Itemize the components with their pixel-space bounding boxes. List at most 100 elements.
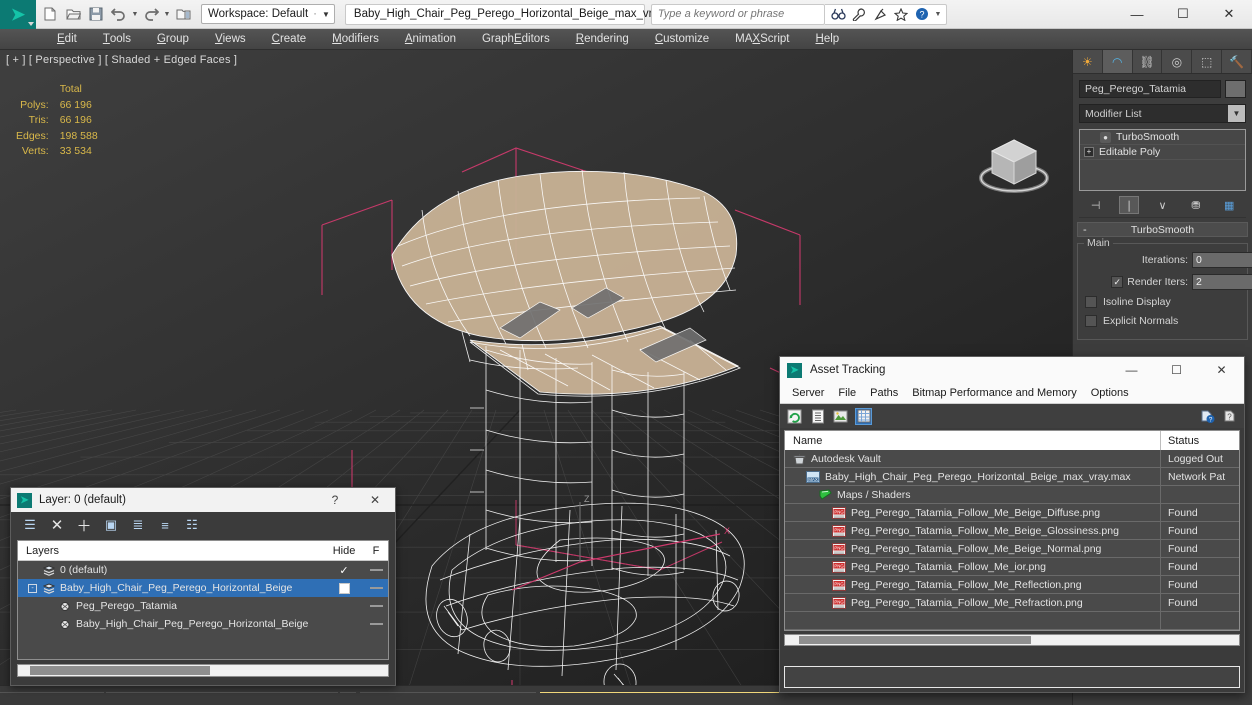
new-file-icon[interactable] [39,3,61,25]
menu-item-graph-editors[interactable]: Graph Editors [469,29,563,50]
explicit-normals-checkbox[interactable] [1085,315,1097,327]
workspace-dropdown-caret-icon[interactable]: ▼ [322,10,330,19]
maximize-button[interactable]: ☐ [1160,0,1206,29]
layer-name-cell[interactable]: 0 (default) [18,564,324,576]
add-layer-button[interactable]: ＋ [75,516,93,535]
layer-list[interactable]: Layers Hide F 0 (default) ✓ - Baby_High_Cha… [17,540,389,660]
layer-name-cell[interactable]: - Baby_High_Chair_Peg_Perego_Horizontal_B… [18,582,324,594]
asset-name-cell[interactable]: Autodesk Vault [785,449,1161,468]
layer-name-cell[interactable]: Baby_High_Chair_Peg_Perego_Horizontal_Be… [18,618,324,630]
menu-item-edit[interactable]: Edit [44,29,90,50]
3dsmax-logo-button[interactable]: ➤ [0,0,36,29]
layer-freeze-cell[interactable] [364,587,388,589]
show-end-result-button[interactable]: ❘ [1119,196,1140,214]
lightbulb-icon[interactable]: ● [1100,131,1111,143]
asset-row[interactable]: PNG Peg_Perego_Tatamia_Follow_Me_Reflecti… [785,575,1239,594]
project-folder-icon[interactable] [172,3,194,25]
layer-dialog-close-button[interactable]: ✕ [355,488,395,512]
asset-list[interactable]: Name Status Autodesk Vault Logged Out MAX B… [784,430,1240,631]
asset-name-cell[interactable] [785,611,1161,630]
rollout-header[interactable]: - TurboSmooth [1077,222,1248,237]
asset-row[interactable]: Autodesk Vault Logged Out [785,449,1239,468]
minimize-button[interactable]: — [1114,0,1160,29]
undo-dropdown-caret-icon[interactable]: ▼ [131,3,139,25]
menu-item-rendering[interactable]: Rendering [563,29,642,50]
set-current-layer-button[interactable]: ☷ [183,516,201,534]
layer-freeze-cell[interactable] [364,569,388,571]
remove-modifier-button[interactable]: ⛃ [1186,196,1206,214]
asset-tracking-maximize-button[interactable]: ☐ [1154,357,1199,383]
add-selection-to-layer-button[interactable]: ≡ [156,516,174,534]
highlight-selected-objects-button[interactable]: ≣ [129,516,147,534]
help-icon[interactable]: ? [913,5,932,24]
layer-column-freeze[interactable]: F [364,545,388,557]
modify-tab[interactable]: ◠ [1102,50,1133,73]
search-input[interactable] [651,4,824,24]
asset-row[interactable]: PNG Peg_Perego_Tatamia_Follow_Me_Beige_Gl… [785,521,1239,540]
redo-icon[interactable] [140,3,162,25]
hierarchy-tab[interactable]: ⛓ [1133,50,1163,73]
layer-hide-cell[interactable]: ✓ [324,564,364,577]
asset-name-cell[interactable]: PNG Peg_Perego_Tatamia_Follow_Me_Refracti… [785,593,1161,612]
asset-name-cell[interactable]: PNG Peg_Perego_Tatamia_Follow_Me_Beige_No… [785,539,1161,558]
help-dropdown-caret-icon[interactable]: ▼ [934,3,942,25]
asset-row[interactable]: Maps / Shaders [785,485,1239,504]
asset-menu-server[interactable]: Server [785,383,831,404]
open-file-icon[interactable] [62,3,84,25]
layer-column-layers[interactable]: Layers [18,545,324,557]
layer-expander-icon[interactable]: - [28,583,37,593]
menu-item-help[interactable]: Help [803,29,853,50]
menu-item-views[interactable]: Views [202,29,259,50]
asset-tracking-window[interactable]: ➤ Asset Tracking — ☐ ✕ Server File Paths Bi… [779,356,1245,693]
pin-stack-button[interactable]: ⊣ [1086,196,1106,214]
list-view-icon[interactable] [809,408,826,425]
asset-tracking-minimize-button[interactable]: — [1109,357,1154,383]
asset-name-cell[interactable]: PNG Peg_Perego_Tatamia_Follow_Me_Reflecti… [785,575,1161,594]
asset-scroll-thumb[interactable] [799,636,1031,644]
layer-freeze-cell[interactable] [364,605,388,607]
iterations-spinner[interactable]: ▲▼ [1192,252,1252,268]
render-iters-checkbox[interactable]: ✓ [1111,276,1124,288]
rollout-collapse-icon[interactable]: - [1083,224,1087,236]
menu-item-customize[interactable]: Customize [642,29,722,50]
menu-item-tools[interactable]: Tools [90,29,144,50]
viewport-label[interactable]: [ + ] [ Perspective ] [ Shaded + Edged F… [6,54,237,66]
modifier-stack[interactable]: ● TurboSmooth + Editable Poly [1079,129,1246,191]
layer-list-hscrollbar[interactable] [17,664,389,677]
object-name-input[interactable] [1079,80,1221,98]
view-cube[interactable] [972,128,1056,202]
save-file-icon[interactable] [85,3,107,25]
asset-row[interactable]: PNG Peg_Perego_Tatamia_Follow_Me_Beige_No… [785,539,1239,558]
asset-row[interactable] [785,611,1239,630]
asset-name-cell[interactable]: PNG Peg_Perego_Tatamia_Follow_Me_ior.png [785,557,1161,576]
menu-item-create[interactable]: Create [259,29,320,50]
asset-name-cell[interactable]: PNG Peg_Perego_Tatamia_Follow_Me_Beige_Gl… [785,521,1161,540]
layer-freeze-cell[interactable] [364,623,388,625]
asset-name-cell[interactable]: MAX Baby_High_Chair_Peg_Perego_Horizontal… [785,467,1161,486]
workspace-selector[interactable]: Workspace: Default · ▼ [201,4,335,24]
asset-menu-bitmap-performance-and-memory[interactable]: Bitmap Performance and Memory [905,383,1083,404]
redo-dropdown-caret-icon[interactable]: ▼ [163,3,171,25]
configure-sets-button[interactable]: ▦ [1219,196,1239,214]
asset-row[interactable]: MAX Baby_High_Chair_Peg_Perego_Horizontal… [785,467,1239,486]
modifier-stack-item-turbosmooth[interactable]: ● TurboSmooth [1080,130,1245,145]
menu-item-group[interactable]: Group [144,29,202,50]
delete-layer-button[interactable]: ✕ [48,516,66,534]
asset-name-cell[interactable]: PNG Peg_Perego_Tatamia_Follow_Me_Beige_Di… [785,503,1161,522]
menu-item-animation[interactable]: Animation [392,29,469,50]
layer-row[interactable]: - Baby_High_Chair_Peg_Perego_Horizontal_B… [18,579,388,597]
layer-name-cell[interactable]: Peg_Perego_Tatamia [18,600,324,612]
layer-row[interactable]: Baby_High_Chair_Peg_Perego_Horizontal_Be… [18,615,388,633]
layer-dialog-help-button[interactable]: ? [315,488,355,512]
thumbnail-view-icon[interactable] [832,408,849,425]
refresh-icon[interactable] [786,408,803,425]
help-new-icon[interactable]: ? [1198,408,1215,425]
layer-column-hide[interactable]: Hide [324,545,364,557]
expand-plus-icon[interactable]: + [1084,147,1094,157]
layer-row[interactable]: Peg_Perego_Tatamia [18,597,388,615]
display-tab[interactable]: ⬚ [1192,50,1223,73]
favorites-star-icon[interactable] [892,5,911,24]
create-new-layer-button[interactable]: ☰ [21,516,39,534]
hide-checkbox[interactable] [338,582,350,594]
wrench-icon[interactable] [850,5,869,24]
